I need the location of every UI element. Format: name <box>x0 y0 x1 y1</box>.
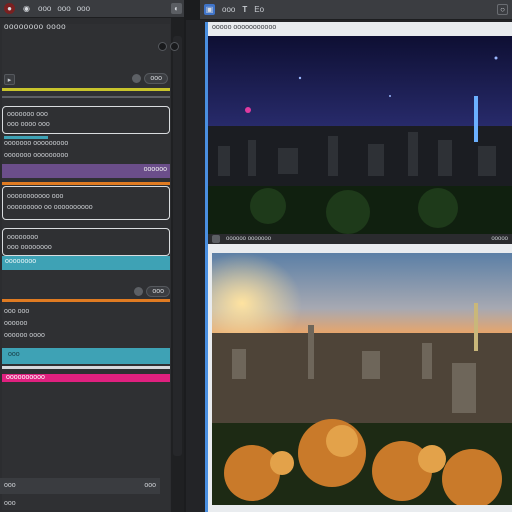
right-toolbar-label-c[interactable]: Eo <box>254 5 264 14</box>
settings-icon[interactable]: ◐ <box>171 3 182 14</box>
strip-right-text: ooooo <box>491 236 508 242</box>
card-1[interactable]: ooooooo ooo ooo oooo ooo <box>2 106 170 134</box>
app-logo-icon[interactable]: ● <box>4 3 15 14</box>
teal-indicator <box>4 136 48 139</box>
sunset-city-image[interactable] <box>212 253 512 505</box>
card3-line2: ooo oooooooo <box>7 244 52 251</box>
white-divider <box>2 366 170 369</box>
pink-bar-label: oooooooooo <box>6 374 45 381</box>
teal-bar-2-label: ooo <box>8 351 20 358</box>
minimize-icon[interactable] <box>158 42 167 51</box>
cube-icon[interactable]: ◉ <box>21 3 32 14</box>
list-line3: oooooo oooo <box>4 332 45 339</box>
divider <box>2 96 170 98</box>
right-toolbar-label-a[interactable]: ooo <box>222 5 235 14</box>
section2-pill[interactable]: ooo <box>146 286 170 297</box>
footer-right[interactable]: ooo <box>144 482 156 489</box>
status-text: ooo <box>4 500 16 507</box>
collapse-toggle[interactable]: ▸ <box>4 74 15 85</box>
card1-line2: ooo oooo ooo <box>7 121 50 128</box>
right-toolbar-label-b[interactable]: T <box>242 5 247 14</box>
panel-window-controls <box>158 42 179 51</box>
toolbar-label-b[interactable]: ooo <box>57 4 70 13</box>
purple-bar[interactable]: oooooo <box>2 164 170 178</box>
card3-line1: oooooooo <box>7 234 39 241</box>
card-3[interactable]: oooooooo ooo oooooooo <box>2 228 170 256</box>
strip-text: oooooo ooooooo <box>226 236 272 242</box>
search-icon[interactable]: ○ <box>497 4 508 15</box>
image-icon[interactable] <box>212 235 220 243</box>
orange-accent-bar-2 <box>2 299 170 302</box>
card2-line2: ooooooooo oo oooooooooo <box>7 204 93 211</box>
left-toolbar: ● ◉ ooo ooo ooo ◐ <box>0 0 186 18</box>
section1-dot-icon <box>132 74 141 83</box>
toolbar-label-a[interactable]: ooo <box>38 4 51 13</box>
card1-line1: ooooooo ooo <box>7 111 48 118</box>
night-city-image[interactable] <box>208 36 512 234</box>
viewer-strip: oooooo ooooooo ooooo <box>208 234 512 244</box>
tab-icon[interactable]: ▣ <box>204 4 215 15</box>
card-2[interactable]: ooooooooooo ooo ooooooooo oo oooooooooo <box>2 186 170 220</box>
close-icon[interactable] <box>170 42 179 51</box>
panel-title: oooooooo oooo <box>4 22 67 31</box>
card1-line3: ooooooo ooooooooo <box>4 140 69 147</box>
card2-line1: ooooooooooo ooo <box>7 193 64 200</box>
scrollbar-thumb[interactable] <box>173 36 182 456</box>
list-line1: ooo ooo <box>4 308 30 315</box>
pink-bar[interactable]: oooooooooo <box>2 374 170 382</box>
section1-pill[interactable]: ooo <box>144 73 168 84</box>
section2-dot-icon <box>134 287 143 296</box>
panel-footer: ooo ooo <box>0 478 160 494</box>
viewer-header: ooooo ooooooooooo <box>212 24 277 31</box>
list-line2: oooooo <box>4 320 28 327</box>
footer-left[interactable]: ooo <box>4 482 16 489</box>
orange-accent-bar <box>2 182 170 185</box>
teal-bar-label: oooooooo <box>5 258 37 265</box>
card1-line4: ooooooo ooooooooo <box>4 152 69 159</box>
purple-bar-label: oooooo <box>143 166 167 173</box>
toolbar-label-c[interactable]: ooo <box>77 4 90 13</box>
teal-bar[interactable]: oooooooo <box>2 256 170 270</box>
yellow-accent-bar <box>2 88 170 91</box>
teal-bar-2[interactable]: ooo <box>2 348 170 364</box>
right-toolbar: ▣ ooo T Eo ○ <box>200 0 512 20</box>
